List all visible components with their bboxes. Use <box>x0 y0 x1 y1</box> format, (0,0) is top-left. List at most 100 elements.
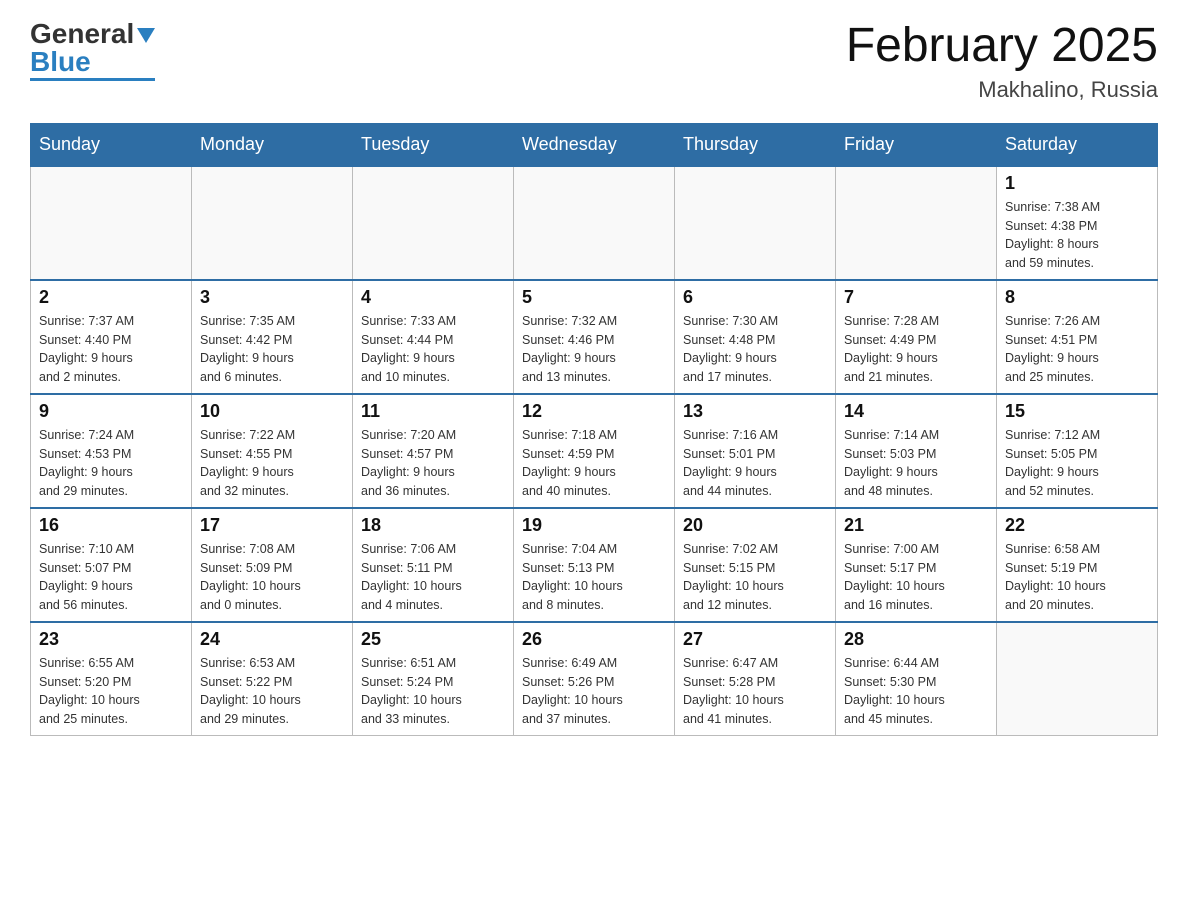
day-number: 12 <box>522 401 666 422</box>
day-info: Sunrise: 7:12 AMSunset: 5:05 PMDaylight:… <box>1005 426 1149 501</box>
day-info: Sunrise: 7:16 AMSunset: 5:01 PMDaylight:… <box>683 426 827 501</box>
day-number: 1 <box>1005 173 1149 194</box>
day-number: 21 <box>844 515 988 536</box>
day-info: Sunrise: 6:51 AMSunset: 5:24 PMDaylight:… <box>361 654 505 729</box>
calendar-cell: 7 Sunrise: 7:28 AMSunset: 4:49 PMDaylight… <box>836 280 997 394</box>
day-number: 6 <box>683 287 827 308</box>
calendar-cell: 4Sunrise: 7:33 AMSunset: 4:44 PMDaylight… <box>353 280 514 394</box>
calendar-cell: 19 Sunrise: 7:04 AMSunset: 5:13 PMDayligh… <box>514 508 675 622</box>
calendar-cell: 8 Sunrise: 7:26 AMSunset: 4:51 PMDaylight… <box>997 280 1158 394</box>
calendar-week-3: 9Sunrise: 7:24 AMSunset: 4:53 PMDaylight… <box>31 394 1158 508</box>
col-friday: Friday <box>836 123 997 166</box>
calendar-week-5: 23 Sunrise: 6:55 AMSunset: 5:20 PMDayligh… <box>31 622 1158 736</box>
day-info: Sunrise: 7:04 AMSunset: 5:13 PMDaylight:… <box>522 540 666 615</box>
day-number: 17 <box>200 515 344 536</box>
title-section: February 2025 Makhalino, Russia <box>846 20 1158 103</box>
calendar-cell <box>836 166 997 280</box>
calendar-cell: 6 Sunrise: 7:30 AMSunset: 4:48 PMDaylight… <box>675 280 836 394</box>
day-info: Sunrise: 7:22 AMSunset: 4:55 PMDaylight:… <box>200 426 344 501</box>
day-info: Sunrise: 6:55 AMSunset: 5:20 PMDaylight:… <box>39 654 183 729</box>
day-number: 20 <box>683 515 827 536</box>
day-info: Sunrise: 7:20 AMSunset: 4:57 PMDaylight:… <box>361 426 505 501</box>
calendar-cell <box>31 166 192 280</box>
calendar-cell: 27 Sunrise: 6:47 AMSunset: 5:28 PMDayligh… <box>675 622 836 736</box>
day-number: 15 <box>1005 401 1149 422</box>
month-title: February 2025 <box>846 20 1158 73</box>
calendar-cell: 22 Sunrise: 6:58 AMSunset: 5:19 PMDayligh… <box>997 508 1158 622</box>
calendar-cell <box>353 166 514 280</box>
calendar-cell: 1Sunrise: 7:38 AMSunset: 4:38 PMDaylight… <box>997 166 1158 280</box>
calendar-cell: 11 Sunrise: 7:20 AMSunset: 4:57 PMDayligh… <box>353 394 514 508</box>
col-sunday: Sunday <box>31 123 192 166</box>
calendar-cell: 14Sunrise: 7:14 AMSunset: 5:03 PMDayligh… <box>836 394 997 508</box>
calendar-week-2: 2 Sunrise: 7:37 AMSunset: 4:40 PMDaylight… <box>31 280 1158 394</box>
calendar-week-1: 1Sunrise: 7:38 AMSunset: 4:38 PMDaylight… <box>31 166 1158 280</box>
logo-underline <box>30 78 155 81</box>
calendar-cell: 21 Sunrise: 7:00 AMSunset: 5:17 PMDayligh… <box>836 508 997 622</box>
day-number: 22 <box>1005 515 1149 536</box>
calendar-header-row: Sunday Monday Tuesday Wednesday Thursday… <box>31 123 1158 166</box>
day-info: Sunrise: 6:47 AMSunset: 5:28 PMDaylight:… <box>683 654 827 729</box>
day-number: 24 <box>200 629 344 650</box>
calendar-cell <box>514 166 675 280</box>
calendar-cell: 13Sunrise: 7:16 AMSunset: 5:01 PMDayligh… <box>675 394 836 508</box>
day-info: Sunrise: 7:08 AMSunset: 5:09 PMDaylight:… <box>200 540 344 615</box>
day-info: Sunrise: 7:24 AMSunset: 4:53 PMDaylight:… <box>39 426 183 501</box>
day-number: 3 <box>200 287 344 308</box>
day-info: Sunrise: 7:37 AMSunset: 4:40 PMDaylight:… <box>39 312 183 387</box>
calendar-cell: 26 Sunrise: 6:49 AMSunset: 5:26 PMDayligh… <box>514 622 675 736</box>
calendar-cell: 9Sunrise: 7:24 AMSunset: 4:53 PMDaylight… <box>31 394 192 508</box>
day-info: Sunrise: 7:26 AMSunset: 4:51 PMDaylight:… <box>1005 312 1149 387</box>
calendar-cell: 17 Sunrise: 7:08 AMSunset: 5:09 PMDayligh… <box>192 508 353 622</box>
day-info: Sunrise: 7:00 AMSunset: 5:17 PMDaylight:… <box>844 540 988 615</box>
calendar-cell: 10 Sunrise: 7:22 AMSunset: 4:55 PMDayligh… <box>192 394 353 508</box>
calendar-cell: 20 Sunrise: 7:02 AMSunset: 5:15 PMDayligh… <box>675 508 836 622</box>
day-number: 5 <box>522 287 666 308</box>
calendar-table: Sunday Monday Tuesday Wednesday Thursday… <box>30 123 1158 736</box>
day-number: 11 <box>361 401 505 422</box>
calendar-cell: 15 Sunrise: 7:12 AMSunset: 5:05 PMDayligh… <box>997 394 1158 508</box>
calendar-cell <box>675 166 836 280</box>
day-number: 10 <box>200 401 344 422</box>
day-info: Sunrise: 7:33 AMSunset: 4:44 PMDaylight:… <box>361 312 505 387</box>
logo: GeneralBlue <box>30 20 155 81</box>
calendar-cell: 3 Sunrise: 7:35 AMSunset: 4:42 PMDaylight… <box>192 280 353 394</box>
day-info: Sunrise: 7:06 AMSunset: 5:11 PMDaylight:… <box>361 540 505 615</box>
calendar-cell <box>997 622 1158 736</box>
day-info: Sunrise: 7:30 AMSunset: 4:48 PMDaylight:… <box>683 312 827 387</box>
calendar-cell: 2 Sunrise: 7:37 AMSunset: 4:40 PMDaylight… <box>31 280 192 394</box>
day-number: 18 <box>361 515 505 536</box>
day-number: 28 <box>844 629 988 650</box>
day-info: Sunrise: 7:02 AMSunset: 5:15 PMDaylight:… <box>683 540 827 615</box>
col-wednesday: Wednesday <box>514 123 675 166</box>
day-number: 26 <box>522 629 666 650</box>
day-number: 23 <box>39 629 183 650</box>
logo-text: GeneralBlue <box>30 20 155 76</box>
day-number: 8 <box>1005 287 1149 308</box>
day-info: Sunrise: 7:32 AMSunset: 4:46 PMDaylight:… <box>522 312 666 387</box>
col-tuesday: Tuesday <box>353 123 514 166</box>
calendar-cell: 18 Sunrise: 7:06 AMSunset: 5:11 PMDayligh… <box>353 508 514 622</box>
calendar-cell: 24Sunrise: 6:53 AMSunset: 5:22 PMDayligh… <box>192 622 353 736</box>
day-info: Sunrise: 7:28 AMSunset: 4:49 PMDaylight:… <box>844 312 988 387</box>
day-number: 14 <box>844 401 988 422</box>
calendar-cell: 16 Sunrise: 7:10 AMSunset: 5:07 PMDayligh… <box>31 508 192 622</box>
day-number: 16 <box>39 515 183 536</box>
col-thursday: Thursday <box>675 123 836 166</box>
calendar-cell: 23 Sunrise: 6:55 AMSunset: 5:20 PMDayligh… <box>31 622 192 736</box>
day-number: 27 <box>683 629 827 650</box>
calendar-cell: 5 Sunrise: 7:32 AMSunset: 4:46 PMDaylight… <box>514 280 675 394</box>
day-info: Sunrise: 7:10 AMSunset: 5:07 PMDaylight:… <box>39 540 183 615</box>
logo-blue: Blue <box>30 46 91 77</box>
day-number: 19 <box>522 515 666 536</box>
day-info: Sunrise: 6:49 AMSunset: 5:26 PMDaylight:… <box>522 654 666 729</box>
calendar-cell <box>192 166 353 280</box>
day-info: Sunrise: 7:35 AMSunset: 4:42 PMDaylight:… <box>200 312 344 387</box>
day-info: Sunrise: 6:44 AMSunset: 5:30 PMDaylight:… <box>844 654 988 729</box>
col-monday: Monday <box>192 123 353 166</box>
day-number: 7 <box>844 287 988 308</box>
day-number: 25 <box>361 629 505 650</box>
day-number: 2 <box>39 287 183 308</box>
page-header: GeneralBlue February 2025 Makhalino, Rus… <box>30 20 1158 103</box>
day-info: Sunrise: 6:58 AMSunset: 5:19 PMDaylight:… <box>1005 540 1149 615</box>
